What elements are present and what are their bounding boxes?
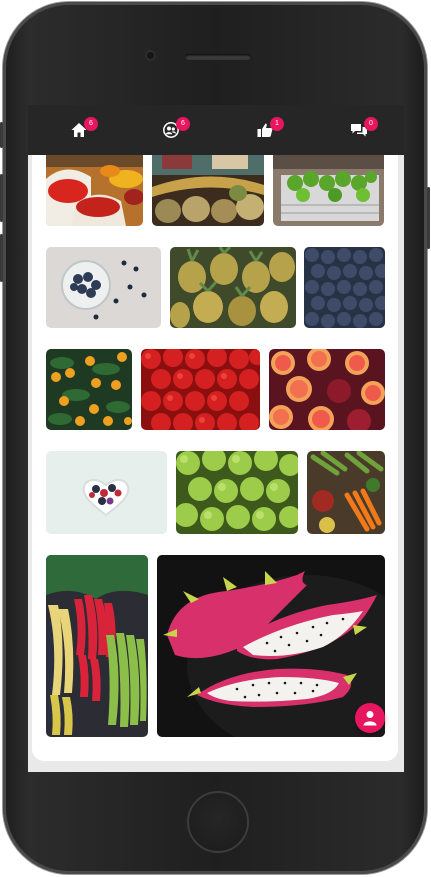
volume-up-button (0, 174, 3, 222)
photo-spices-market[interactable] (46, 155, 143, 226)
photo-heart-berries-bowl[interactable] (46, 451, 167, 534)
photo-tomatoes[interactable] (141, 349, 260, 430)
user-icon (363, 711, 377, 726)
photo-green-apples[interactable] (176, 451, 298, 534)
nav-item-home[interactable]: 6 (62, 117, 102, 147)
nav-item-likes[interactable]: 1 (248, 117, 288, 147)
top-nav-bar: 6 6 1 0 (28, 105, 404, 155)
photo-gallery (32, 155, 398, 761)
messages-count-badge: 0 (364, 117, 378, 131)
photo-dragon-fruit[interactable] (157, 555, 385, 737)
photo-blueberries-closeup[interactable] (304, 247, 385, 328)
earpiece-speaker (185, 54, 251, 60)
profile-fab-button[interactable] (355, 703, 385, 733)
photo-oranges-tree[interactable] (46, 349, 132, 430)
power-button (427, 187, 430, 249)
photo-coconuts-stall[interactable] (152, 155, 264, 226)
photo-blueberries-bowl[interactable] (46, 247, 161, 328)
likes-count-badge: 1 (270, 117, 284, 131)
photo-limes-crate[interactable] (273, 155, 384, 226)
mute-switch (0, 122, 3, 148)
home-count-badge: 6 (84, 117, 98, 131)
nav-item-friends[interactable]: 6 (154, 117, 194, 147)
photo-bananas-bunches[interactable] (46, 555, 148, 737)
app-screen: 6 6 1 0 (28, 105, 404, 772)
nav-item-messages[interactable]: 0 (342, 117, 382, 147)
photo-grapefruit-pomegranate[interactable] (269, 349, 385, 430)
front-camera (145, 50, 156, 61)
friends-count-badge: 6 (176, 117, 190, 131)
photo-vegetables-spread[interactable] (307, 451, 385, 534)
photo-pineapples[interactable] (170, 247, 296, 328)
home-button[interactable] (187, 791, 249, 853)
volume-down-button (0, 234, 3, 282)
